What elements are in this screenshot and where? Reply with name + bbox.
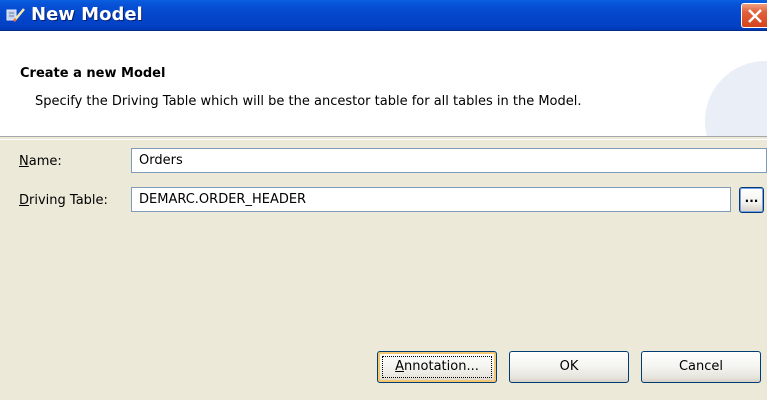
cancel-button[interactable]: Cancel <box>641 351 761 383</box>
driving-table-input[interactable]: DEMARC.ORDER_HEADER <box>131 187 731 212</box>
close-button[interactable] <box>741 3 767 28</box>
banner-description: Specify the Driving Table which will be … <box>35 94 582 109</box>
wizard-banner: Create a new Model Specify the Driving T… <box>0 31 767 137</box>
annotation-button[interactable]: Annotation... <box>377 351 497 383</box>
separator <box>0 139 767 140</box>
banner-decoration <box>705 61 767 136</box>
title-bar: New Model <box>0 0 767 31</box>
pencil-wizard-icon <box>6 6 26 24</box>
ok-button[interactable]: OK <box>509 351 629 383</box>
browse-button[interactable]: ... <box>739 187 764 213</box>
banner-title: Create a new Model <box>20 66 166 81</box>
driving-table-label: Driving Table: <box>19 193 108 208</box>
window-title: New Model <box>31 4 143 25</box>
close-icon <box>742 9 767 32</box>
name-label: Name: <box>19 154 62 169</box>
name-input[interactable]: Orders <box>131 148 767 173</box>
